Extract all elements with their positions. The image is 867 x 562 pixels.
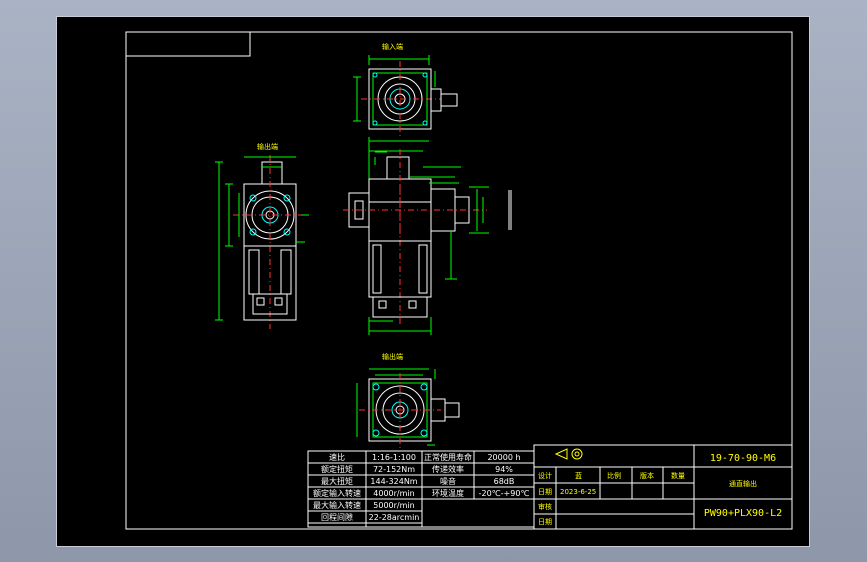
quantity-label: 数量 — [671, 471, 685, 480]
spec-value: 20000 h — [487, 453, 520, 462]
scale-label: 比例 — [607, 471, 621, 480]
spec-value: 5000r/min — [373, 501, 414, 510]
spec-key: 额定输入转速 — [313, 488, 361, 498]
spec-value: 4000r/min — [373, 489, 414, 498]
top-view-input-end: 输入端 — [353, 42, 458, 137]
spec-key: 额定扭矩 — [321, 464, 353, 474]
reference-box — [125, 31, 251, 57]
front-view — [343, 137, 512, 335]
spec-key: 噪音 — [440, 476, 456, 486]
spec-key: 传递效率 — [432, 464, 464, 474]
spec-value: 1:16-1:100 — [372, 453, 416, 462]
spec-value: 22-28arcmin — [369, 513, 420, 522]
spec-key: 回程间隙 — [321, 512, 353, 522]
drawing-code: 19-70-90-M6 — [710, 453, 776, 464]
version-label: 版本 — [640, 471, 654, 480]
date-value: 2023-6-25 — [560, 488, 596, 496]
title-block: 19-70-90-M6 通直输出 PW90+PLX90-L2 设计 蓝 比例 版… — [533, 444, 793, 530]
drawing-description: 通直输出 — [729, 479, 757, 488]
spec-value: -20℃-+90℃ — [479, 489, 530, 498]
drawing-sheet: 输入端 输出端 输出端 速比 1:16-1:100 正常使用寿命 20000 h… — [56, 16, 810, 547]
output-end-label-bottom: 输出端 — [382, 352, 403, 361]
spec-key: 速比 — [329, 452, 345, 462]
model-number: PW90+PLX90-L2 — [704, 508, 782, 519]
date-label: 日期 — [538, 488, 552, 496]
spec-key: 环境温度 — [432, 488, 464, 498]
projection-symbol-icon — [554, 448, 583, 460]
spec-table: 速比 1:16-1:100 正常使用寿命 20000 h 额定扭矩 72-152… — [307, 450, 535, 528]
spec-value: 68dB — [494, 477, 515, 486]
design-label: 设计 — [538, 471, 552, 480]
left-view-output-end: 输出端 — [215, 142, 309, 329]
bottom-view-output-end: 输出端 — [356, 352, 460, 449]
input-end-label: 输入端 — [382, 42, 403, 51]
spec-value: 144-324Nm — [370, 477, 417, 486]
spec-value: 72-152Nm — [373, 465, 415, 474]
designer-value: 蓝 — [575, 471, 582, 480]
spec-key: 正常使用寿命 — [424, 452, 472, 462]
approve-label: 日期 — [538, 518, 552, 526]
review-label: 审核 — [538, 502, 552, 511]
cad-drawing: 输入端 输出端 输出端 速比 1:16-1:100 正常使用寿命 20000 h… — [125, 31, 793, 530]
spec-key: 最大扭矩 — [321, 476, 353, 486]
spec-value: 94% — [495, 465, 513, 474]
output-end-label-left: 输出端 — [257, 142, 278, 151]
spec-key: 最大输入转速 — [313, 500, 361, 510]
